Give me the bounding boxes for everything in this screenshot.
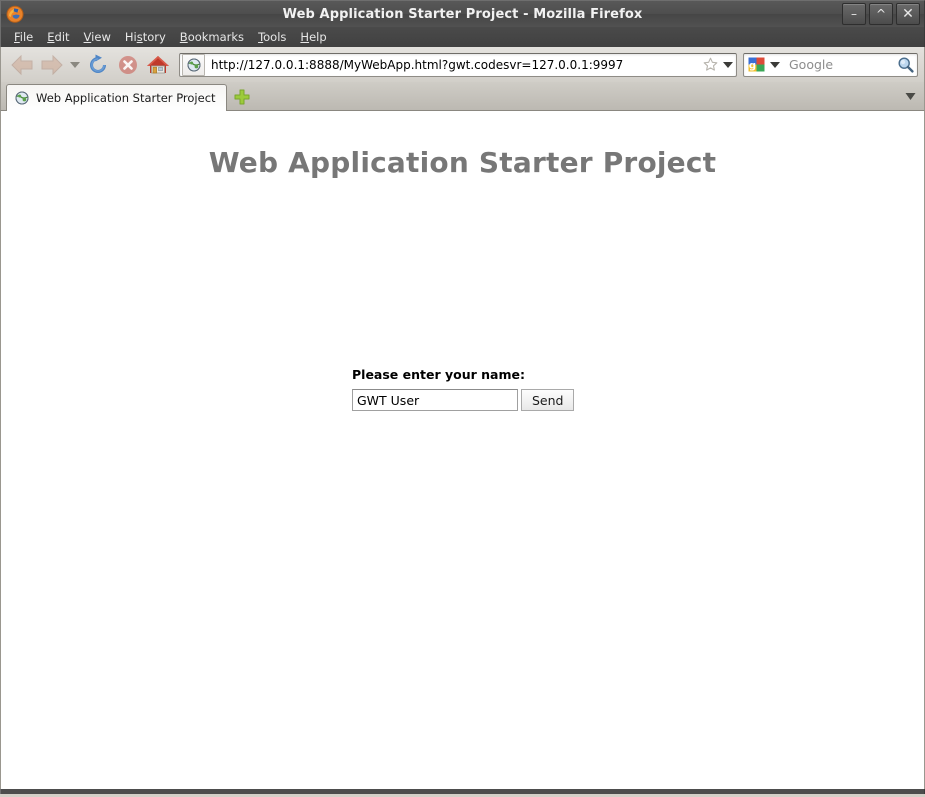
search-dropdown-icon[interactable] <box>767 61 783 69</box>
site-identity-globe-icon[interactable] <box>182 53 205 76</box>
back-arrow-icon[interactable] <box>7 50 37 80</box>
menu-item-history[interactable]: History <box>118 28 173 46</box>
menu-item-edit[interactable]: Edit <box>40 28 76 46</box>
navigation-toolbar: http://127.0.0.1:8888/MyWebApp.html?gwt.… <box>0 47 925 82</box>
maximize-button[interactable]: ^ <box>869 3 893 25</box>
window-title: Web Application Starter Project - Mozill… <box>282 6 643 22</box>
magnifier-icon[interactable] <box>893 56 917 73</box>
url-dropdown-icon[interactable] <box>720 61 736 69</box>
list-all-tabs-icon[interactable] <box>900 86 920 106</box>
send-button[interactable]: Send <box>521 389 575 411</box>
tab-strip: Web Application Starter Project <box>0 82 925 111</box>
svg-text:g: g <box>749 61 756 72</box>
menu-item-bookmarks[interactable]: Bookmarks <box>173 28 251 46</box>
menu-item-view[interactable]: View <box>77 28 118 46</box>
search-input[interactable]: Google <box>783 57 893 72</box>
page-title: Web Application Starter Project <box>208 146 717 179</box>
search-bar[interactable]: g Google <box>743 52 918 77</box>
window-bottom-frame <box>0 789 925 794</box>
name-input[interactable] <box>352 389 518 411</box>
home-icon[interactable] <box>143 50 173 80</box>
url-bar[interactable]: http://127.0.0.1:8888/MyWebApp.html?gwt.… <box>179 52 737 77</box>
browser-window: Web Application Starter Project - Mozill… <box>0 0 925 797</box>
forward-arrow-icon[interactable] <box>37 50 67 80</box>
window-controls: – ^ ✕ <box>842 3 920 25</box>
firefox-logo-icon <box>6 5 24 23</box>
stop-icon[interactable] <box>113 50 143 80</box>
page-content: Web Application Starter Project Please e… <box>0 111 925 789</box>
menu-bar: File Edit View History Bookmarks Tools H… <box>0 27 925 47</box>
reload-icon[interactable] <box>83 50 113 80</box>
new-tab-button[interactable] <box>227 83 257 110</box>
menu-item-tools[interactable]: Tools <box>251 28 293 46</box>
history-dropdown-icon[interactable] <box>67 50 83 80</box>
star-icon[interactable] <box>700 57 720 72</box>
menu-item-file[interactable]: File <box>7 28 40 46</box>
tab-label: Web Application Starter Project <box>36 91 216 105</box>
name-form-label: Please enter your name: <box>352 367 525 382</box>
globe-favicon-icon <box>14 90 30 106</box>
minimize-button[interactable]: – <box>842 3 866 25</box>
google-logo-icon[interactable]: g <box>746 55 767 75</box>
title-bar: Web Application Starter Project - Mozill… <box>0 0 925 27</box>
close-button[interactable]: ✕ <box>896 3 920 25</box>
menu-item-help[interactable]: Help <box>293 28 333 46</box>
tab-web-application-starter-project[interactable]: Web Application Starter Project <box>6 84 227 111</box>
name-form: Please enter your name: Send <box>352 367 575 411</box>
url-text[interactable]: http://127.0.0.1:8888/MyWebApp.html?gwt.… <box>207 58 700 72</box>
